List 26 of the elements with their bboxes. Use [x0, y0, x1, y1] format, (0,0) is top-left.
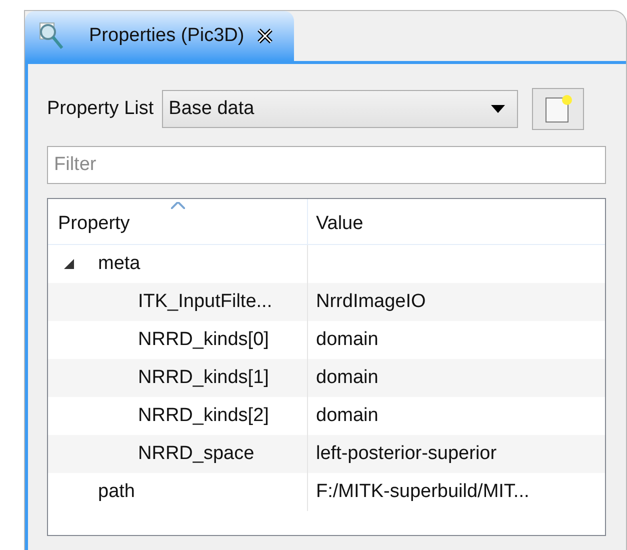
property-name: ITK_InputFilte... — [138, 290, 272, 314]
property-name: NRRD_kinds[1] — [138, 366, 269, 390]
property-value: F:/MITK-superbuild/MIT... — [316, 480, 530, 504]
column-header[interactable]: Value — [308, 199, 605, 244]
expand-triangle-icon[interactable] — [64, 259, 74, 269]
property-name: NRRD_kinds[2] — [138, 404, 269, 428]
column-header[interactable]: Property — [48, 199, 308, 244]
property-value: domain — [316, 404, 378, 428]
property-list-dropdown[interactable]: Base data — [162, 90, 518, 128]
property-value: domain — [316, 366, 378, 390]
new-property-button[interactable] — [532, 88, 584, 130]
new-document-icon — [544, 94, 572, 124]
property-value: left-posterior-superior — [316, 442, 497, 466]
panel-tab[interactable]: Properties (Pic3D) — [25, 11, 294, 61]
property-name: NRRD_kinds[0] — [138, 328, 269, 352]
dropdown-arrow-icon — [490, 105, 505, 113]
magnifier-icon — [37, 21, 65, 51]
tab-title: Properties (Pic3D) — [89, 24, 244, 48]
property-name: NRRD_space — [138, 442, 254, 466]
property-name: path — [98, 480, 135, 504]
filter-field[interactable]: Filter — [47, 146, 606, 184]
property-value: domain — [316, 328, 378, 352]
property-name: meta — [98, 252, 140, 276]
property-list-label: Property List — [47, 96, 154, 121]
close-icon[interactable] — [256, 27, 274, 45]
property-value: NrrdImageIO — [316, 290, 426, 314]
